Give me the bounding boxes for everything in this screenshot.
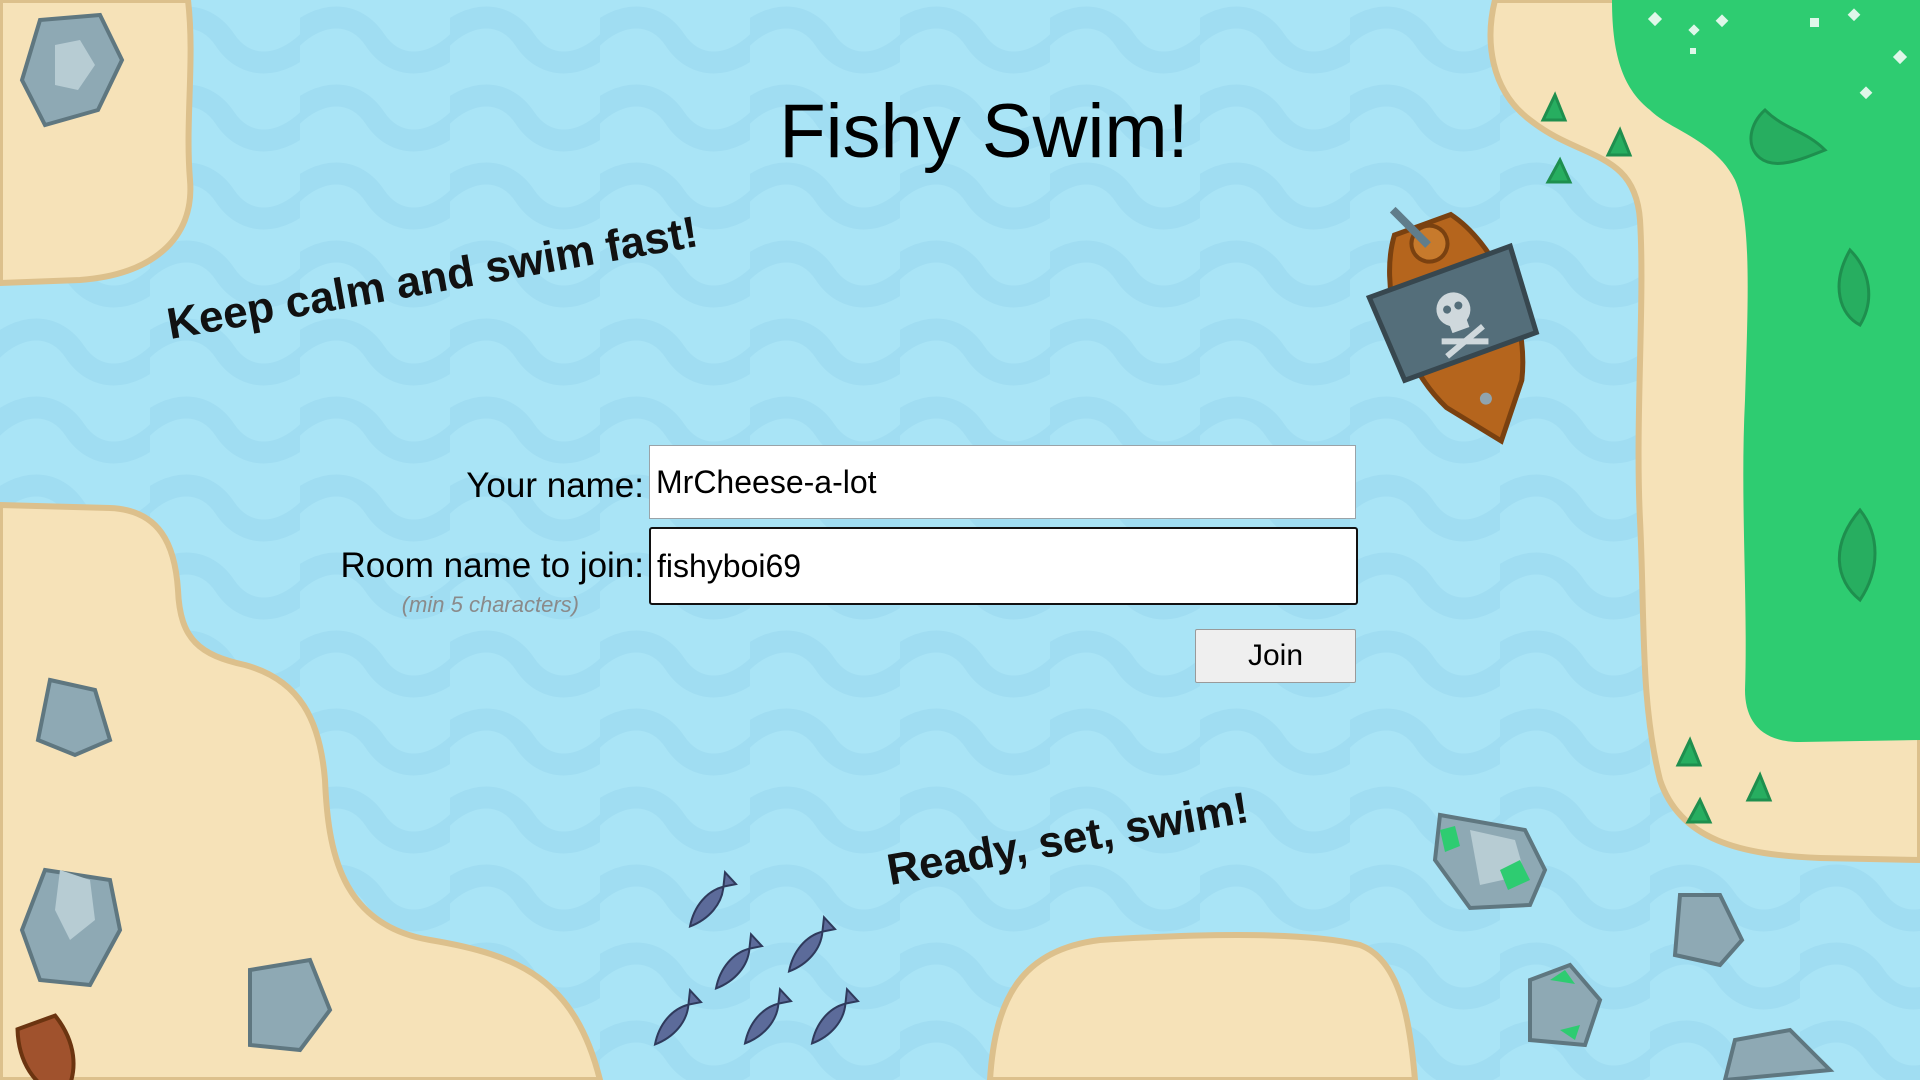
name-input[interactable] [649,445,1356,519]
name-label: Your name: [466,466,644,505]
sand-island-bottom-center [986,932,1419,1080]
room-label: Room name to join: [340,546,644,585]
room-input[interactable] [649,527,1358,605]
game-title: Fishy Swim! [779,89,1189,174]
room-hint: (min 5 characters) [401,592,579,617]
join-button[interactable]: Join [1195,629,1356,683]
game-scene: Fishy Swim! Keep calm and swim fast! Rea… [0,0,1920,1080]
